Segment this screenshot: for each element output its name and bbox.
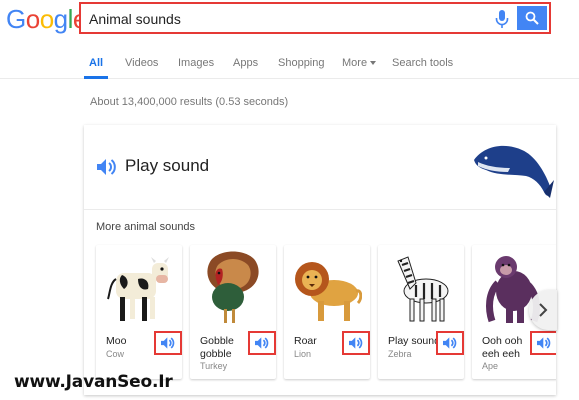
tab-more-label: More: [342, 57, 368, 69]
more-animal-sounds-title: More animal sounds: [96, 221, 196, 233]
search-tabs: All Videos Images Apps Shopping More Sea…: [0, 40, 579, 79]
animal-name-label: Lion: [294, 349, 312, 359]
play-sound-row[interactable]: Play sound: [84, 125, 556, 210]
speaker-button[interactable]: [248, 331, 276, 355]
whale-image: [474, 145, 554, 198]
search-icon: [525, 11, 539, 25]
tab-all[interactable]: All: [89, 57, 103, 69]
search-button[interactable]: [517, 6, 547, 30]
result-stats: About 13,400,000 results (0.53 seconds): [90, 96, 289, 108]
lion-image: [295, 262, 362, 321]
speaker-button[interactable]: [530, 331, 556, 355]
animal-name-label: Turkey: [200, 361, 228, 371]
logo-letter: G: [6, 4, 26, 34]
watermark-text: www.JavanSeo.Ir: [14, 372, 173, 392]
speaker-button[interactable]: [154, 331, 182, 355]
tab-shopping[interactable]: Shopping: [278, 57, 325, 69]
turkey-image: [207, 251, 259, 323]
search-box: [79, 2, 551, 34]
speaker-icon: [161, 337, 175, 349]
play-sound-label[interactable]: Play sound: [125, 156, 209, 176]
chevron-right-icon: [539, 303, 548, 317]
tab-apps[interactable]: Apps: [233, 57, 258, 69]
speaker-icon: [349, 337, 363, 349]
active-tab-indicator: [84, 76, 108, 79]
google-logo[interactable]: Google: [6, 4, 87, 34]
speaker-button[interactable]: [436, 331, 464, 355]
animal-card-zebra[interactable]: Play sound Zebra: [378, 245, 464, 379]
search-input[interactable]: [89, 9, 479, 29]
animal-name-label: Cow: [106, 349, 125, 359]
microphone-icon[interactable]: [495, 10, 509, 28]
speaker-icon[interactable]: [96, 157, 118, 177]
animal-card-turkey[interactable]: Gobble gobble Turkey: [190, 245, 276, 379]
logo-letter: g: [53, 4, 68, 34]
animal-name-label: Zebra: [388, 349, 412, 359]
header: Google: [0, 0, 579, 40]
tab-images[interactable]: Images: [178, 57, 214, 69]
logo-letter: o: [39, 4, 54, 34]
search-results-page: Google All Videos Images Apps Shopping M…: [0, 0, 579, 400]
tab-more[interactable]: More: [342, 57, 377, 69]
logo-letter: o: [25, 4, 40, 34]
speaker-icon: [255, 337, 269, 349]
caret-down-icon: [370, 61, 377, 66]
tab-videos[interactable]: Videos: [125, 57, 158, 69]
animal-name-label: Ape: [482, 361, 499, 371]
tab-search-tools[interactable]: Search tools: [392, 57, 453, 69]
animal-card-cow[interactable]: Moo Cow: [96, 245, 182, 379]
animal-sounds-card: Play sound More animal sounds Moo Cow Go…: [84, 125, 556, 395]
speaker-icon: [537, 337, 551, 349]
cow-image: [107, 257, 169, 321]
zebra-image: [397, 256, 449, 322]
animal-card-lion[interactable]: Roar Lion: [284, 245, 370, 379]
speaker-button[interactable]: [342, 331, 370, 355]
speaker-icon: [443, 337, 457, 349]
